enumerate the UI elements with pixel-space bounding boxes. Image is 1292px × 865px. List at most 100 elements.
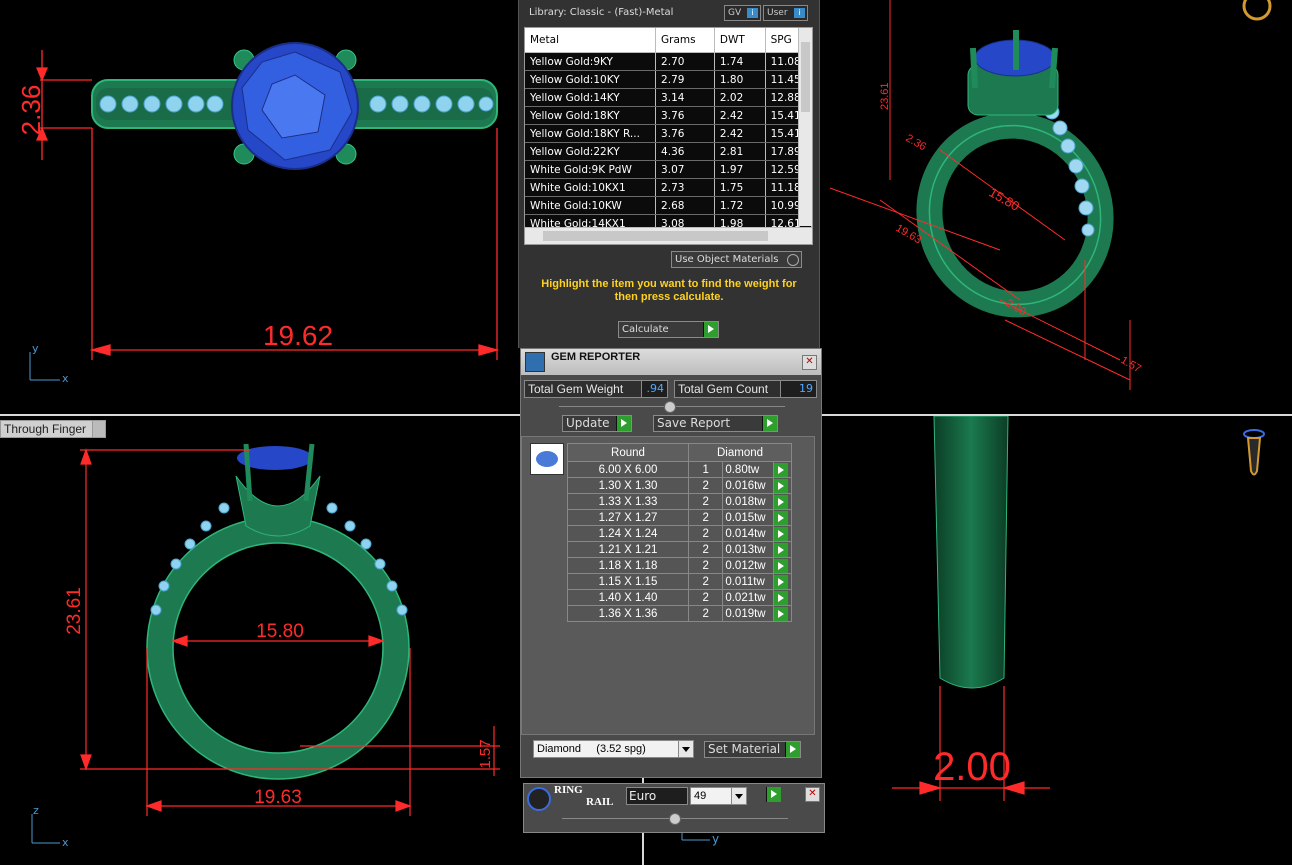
rail-slider-knob[interactable] <box>669 813 681 825</box>
gem-reporter-title: GEM REPORTER <box>551 351 641 363</box>
metal-library-panel: Library: Classic - (Fast)-Metal GV i User… <box>518 0 820 348</box>
metal-cell: 3.14 <box>655 88 715 107</box>
metal-row[interactable]: Yellow Gold:14KY 3.14 2.02 12.88 <box>525 88 812 107</box>
set-material-button[interactable]: Set Material <box>704 741 801 758</box>
col-metal[interactable]: Metal <box>525 28 657 53</box>
gem-row[interactable]: 1.18 X 1.18 2 0.012tw <box>567 557 792 574</box>
gem-size: 1.30 X 1.30 <box>567 477 689 494</box>
metal-row[interactable]: Yellow Gold:18KY 3.76 2.42 15.41 <box>525 106 812 125</box>
calculate-button[interactable]: Calculate <box>618 321 719 338</box>
play-icon <box>774 526 789 541</box>
total-gem-count-value: 19 <box>780 380 817 398</box>
metal-cell: Yellow Gold:22KY <box>525 142 657 161</box>
top-view-band: 2.00 <box>892 416 1265 801</box>
metal-row[interactable]: White Gold:10KW 2.68 1.72 10.99 <box>525 196 812 215</box>
metal-cell: 3.07 <box>655 160 715 179</box>
play-icon <box>774 574 789 589</box>
play-icon <box>774 478 789 493</box>
gem-row[interactable]: 1.30 X 1.30 2 0.016tw <box>567 477 792 494</box>
gem-row[interactable]: 1.27 X 1.27 2 0.015tw <box>567 509 792 526</box>
chevron-down-icon <box>731 788 746 804</box>
gem-size: 1.21 X 1.21 <box>567 541 689 558</box>
metal-row[interactable]: Yellow Gold:9KY 2.70 1.74 11.08 <box>525 52 812 71</box>
play-icon <box>774 606 789 621</box>
update-button[interactable]: Update <box>562 415 632 432</box>
metal-row[interactable]: Yellow Gold:10KY 2.79 1.80 11.45 <box>525 70 812 89</box>
gem-row[interactable]: 1.40 X 1.40 2 0.021tw <box>567 589 792 606</box>
metal-row[interactable]: Yellow Gold:18KY R... 3.76 2.42 15.41 <box>525 124 812 143</box>
viewport-bottom-right[interactable]: 2.00 <box>822 416 1292 865</box>
collapse-icon[interactable] <box>664 401 676 413</box>
metal-cell: 1.72 <box>714 196 766 215</box>
table-horizontal-scrollbar[interactable] <box>525 227 812 244</box>
viewport-top-left[interactable]: 2.36 19.62 y x <box>0 0 518 414</box>
material-select[interactable]: Diamond (3.52 spg) <box>533 740 694 758</box>
table-vertical-scrollbar[interactable] <box>798 28 812 226</box>
metal-cell: 2.79 <box>655 70 715 89</box>
col-grams[interactable]: Grams <box>655 28 715 53</box>
gem-count: 2 <box>687 605 724 622</box>
ring-rail-title-2: RAIL <box>586 796 614 808</box>
viewport-top-right[interactable]: 23.61 2.36 15.80 19.63 2.00 1.57 <box>820 0 1292 414</box>
gem-weight: 0.019tw <box>722 605 775 622</box>
play-icon <box>762 416 777 431</box>
metal-row[interactable]: Yellow Gold:22KY 4.36 2.81 17.89 <box>525 142 812 161</box>
gem-row[interactable]: 1.24 X 1.24 2 0.014tw <box>567 525 792 542</box>
gem-weight: 0.016tw <box>722 477 775 494</box>
size-system-field[interactable]: Euro <box>626 787 688 805</box>
gem-count: 2 <box>687 477 724 494</box>
gem-size: 1.40 X 1.40 <box>567 589 689 606</box>
gem-row-action[interactable] <box>773 477 792 494</box>
gem-row-action[interactable] <box>773 509 792 526</box>
save-report-button[interactable]: Save Report <box>653 415 778 432</box>
apply-size-button[interactable] <box>766 787 781 802</box>
gem-row[interactable]: 1.36 X 1.36 2 0.019tw <box>567 605 792 622</box>
gem-reporter-header[interactable]: GEM REPORTER ✕ <box>521 349 821 375</box>
gem-row[interactable]: 1.15 X 1.15 2 0.011tw <box>567 573 792 590</box>
ring-size-select[interactable]: 49 <box>690 787 747 805</box>
user-toggle[interactable]: User i <box>763 5 808 21</box>
metal-cell: 1.75 <box>714 178 766 197</box>
gem-row[interactable]: 1.21 X 1.21 2 0.013tw <box>567 541 792 558</box>
metal-row[interactable]: White Gold:10KX1 2.73 1.75 11.18 <box>525 178 812 197</box>
close-icon[interactable]: ✕ <box>805 787 820 802</box>
gem-row-action[interactable] <box>773 461 792 478</box>
gem-row[interactable]: 6.00 X 6.00 1 0.80tw <box>567 461 792 478</box>
gem-row-action[interactable] <box>773 605 792 622</box>
gem-count: 2 <box>687 541 724 558</box>
pen-icon <box>1243 429 1265 476</box>
close-icon[interactable]: ✕ <box>802 355 817 370</box>
br-dim-width: 2.00 <box>933 745 1011 789</box>
bl-dim-height: 23.61 <box>64 587 85 635</box>
viewport-bottom-left[interactable]: Through Finger 23.61 15.80 19.63 1.57 z … <box>0 416 520 865</box>
col-dwt[interactable]: DWT <box>714 28 766 53</box>
gem-size: 1.36 X 1.36 <box>567 605 689 622</box>
gem-row-action[interactable] <box>773 493 792 510</box>
gem-count: 1 <box>687 461 724 478</box>
scroll-thumb[interactable] <box>543 231 768 241</box>
svg-text:y: y <box>32 342 39 355</box>
col-material: Diamond <box>688 443 792 462</box>
metal-cell: 1.74 <box>714 52 766 71</box>
gem-list[interactable]: Round Diamond 6.00 X 6.00 1 0.80tw 1.30 X 1… <box>521 436 815 735</box>
gem-row-action[interactable] <box>773 573 792 590</box>
total-gem-weight-value: .94 <box>641 380 668 398</box>
gem-row-action[interactable] <box>773 525 792 542</box>
gem-row-action[interactable] <box>773 541 792 558</box>
use-object-materials-button[interactable]: Use Object Materials <box>671 251 802 268</box>
gem-row[interactable]: 1.33 X 1.33 2 0.018tw <box>567 493 792 510</box>
metal-cell: White Gold:10KW <box>525 196 657 215</box>
scroll-thumb[interactable] <box>801 42 810 112</box>
gv-toggle[interactable]: GV i <box>724 5 761 21</box>
metal-cell: 2.73 <box>655 178 715 197</box>
svg-text:15.80: 15.80 <box>987 185 1023 214</box>
gem-row-action[interactable] <box>773 557 792 574</box>
gem-row-action[interactable] <box>773 589 792 606</box>
gem-size: 6.00 X 6.00 <box>567 461 689 478</box>
metal-table[interactable]: Metal Grams DWT SPG Yellow Gold:9KY 2.70 1… <box>524 27 813 245</box>
svg-text:2.36: 2.36 <box>904 132 929 153</box>
metal-row[interactable]: White Gold:9K PdW 3.07 1.97 12.59 <box>525 160 812 179</box>
metal-cell: 2.42 <box>714 106 766 125</box>
play-icon <box>774 494 789 509</box>
gem-weight: 0.013tw <box>722 541 775 558</box>
